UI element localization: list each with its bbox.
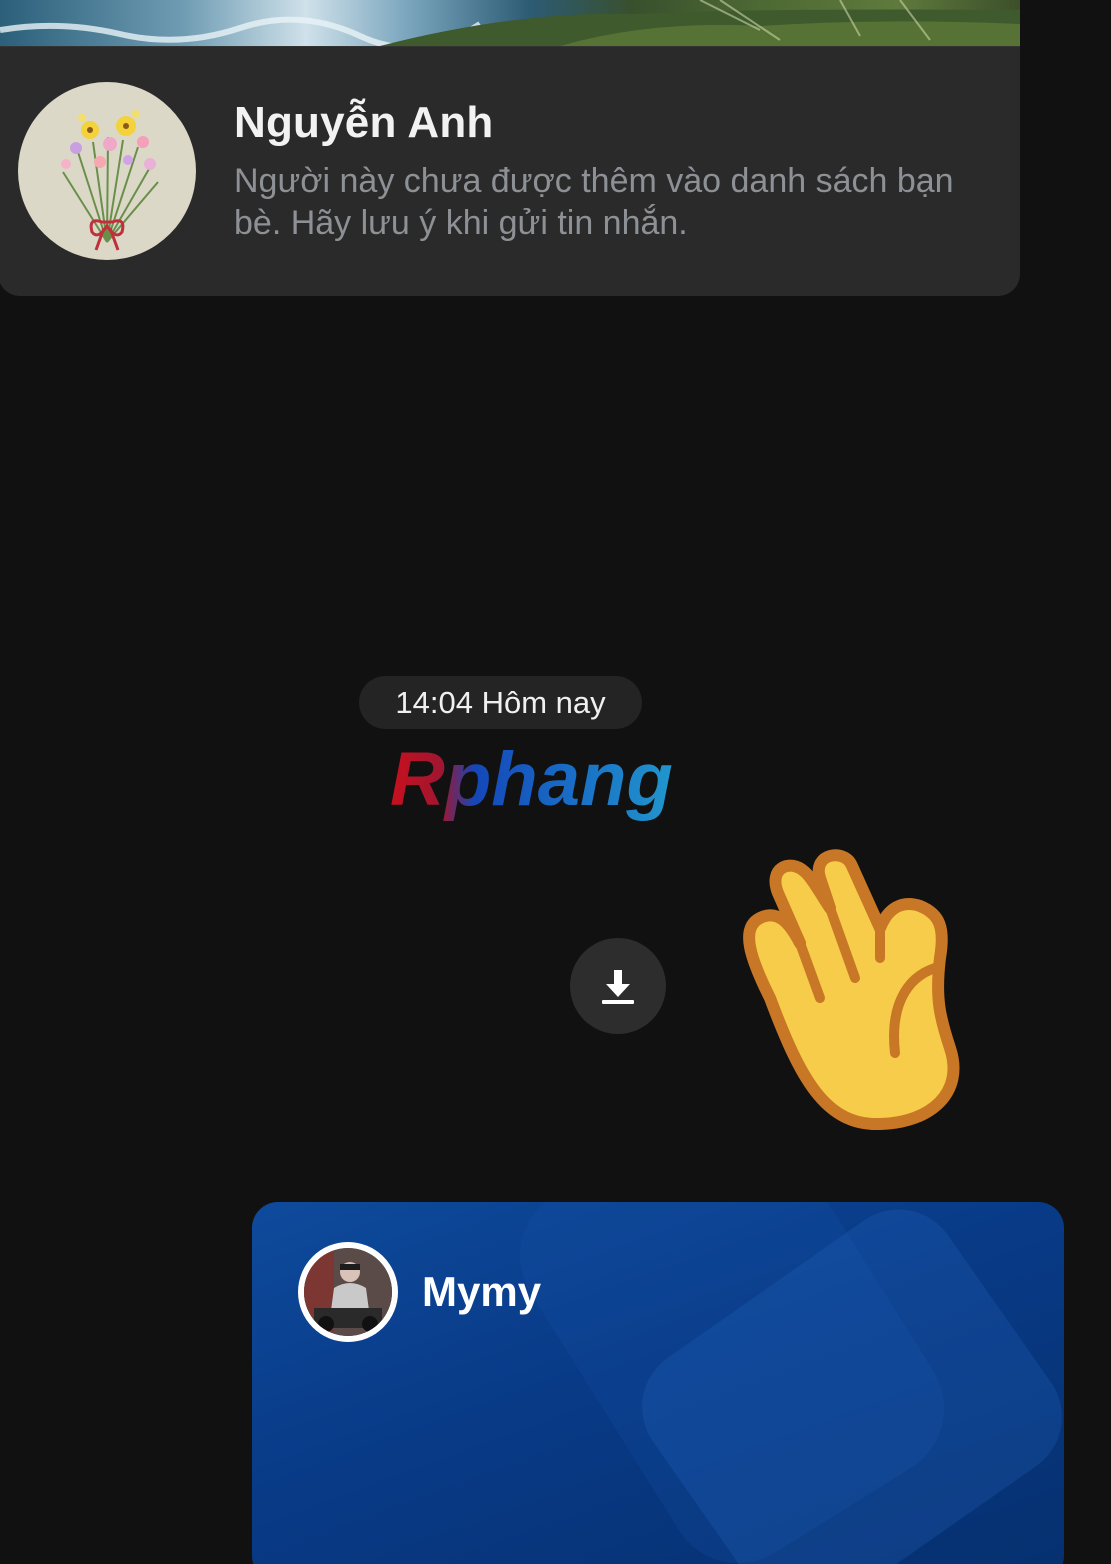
watermark-text: Rphang bbox=[390, 737, 673, 822]
download-button[interactable] bbox=[570, 938, 666, 1034]
contact-name: Mymy bbox=[422, 1268, 542, 1315]
waving-hand-sticker[interactable] bbox=[730, 848, 1020, 1138]
contact-avatar[interactable] bbox=[298, 1242, 398, 1342]
profile-name: Nguyễn Anh bbox=[234, 98, 494, 147]
profile-avatar[interactable] bbox=[18, 82, 196, 260]
download-icon bbox=[602, 970, 634, 1004]
chat-screen: Nguyễn Anh Người này chưa được thêm vào … bbox=[0, 0, 1111, 1564]
watermark-logo: Rphang bbox=[388, 735, 728, 830]
stranger-warning-text: Người này chưa được thêm vào danh sách b… bbox=[234, 162, 954, 242]
contact-card-message[interactable]: Mymy bbox=[252, 1202, 1064, 1564]
cover-photo[interactable] bbox=[0, 0, 1020, 46]
message-timestamp: 14:04 Hôm nay bbox=[359, 676, 642, 729]
